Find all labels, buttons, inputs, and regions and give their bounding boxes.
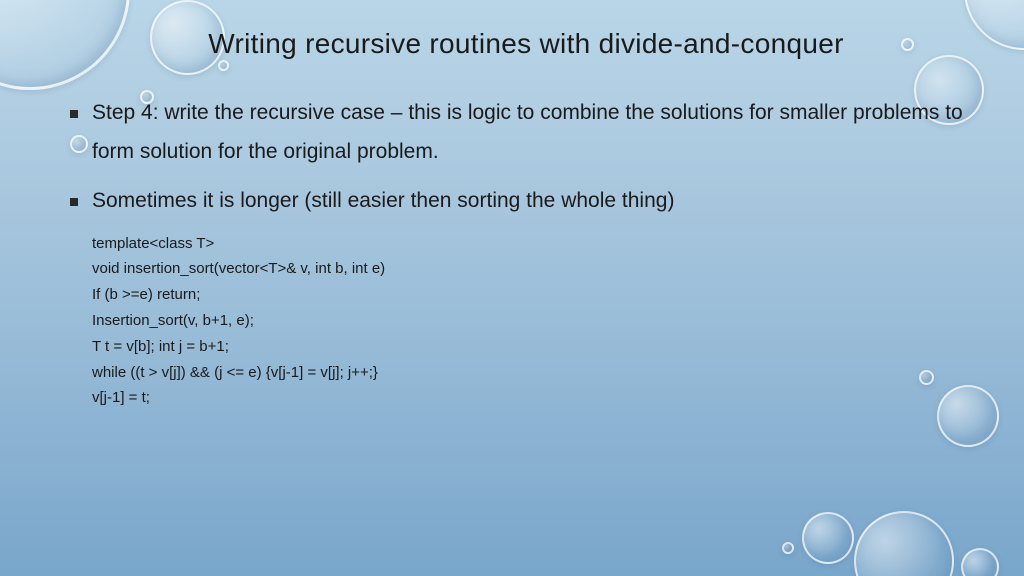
bullet-list: Step 4: write the recursive case – this … [88, 94, 964, 221]
code-line: template<class T> [92, 231, 964, 257]
code-line: T t = v[b]; int j = b+1; [92, 334, 964, 360]
bullet-item: Step 4: write the recursive case – this … [88, 94, 964, 172]
code-line: Insertion_sort(v, b+1, e); [92, 308, 964, 334]
code-line: void insertion_sort(vector<T>& v, int b,… [92, 256, 964, 282]
code-block: template<class T> void insertion_sort(ve… [88, 231, 964, 412]
code-line: while ((t > v[j]) && (j <= e) {v[j-1] = … [92, 360, 964, 386]
code-line: If (b >=e) return; [92, 282, 964, 308]
code-line: v[j-1] = t; [92, 385, 964, 411]
slide-title: Writing recursive routines with divide-a… [88, 28, 964, 60]
bullet-item: Sometimes it is longer (still easier the… [88, 182, 964, 221]
slide-content: Writing recursive routines with divide-a… [0, 0, 1024, 576]
